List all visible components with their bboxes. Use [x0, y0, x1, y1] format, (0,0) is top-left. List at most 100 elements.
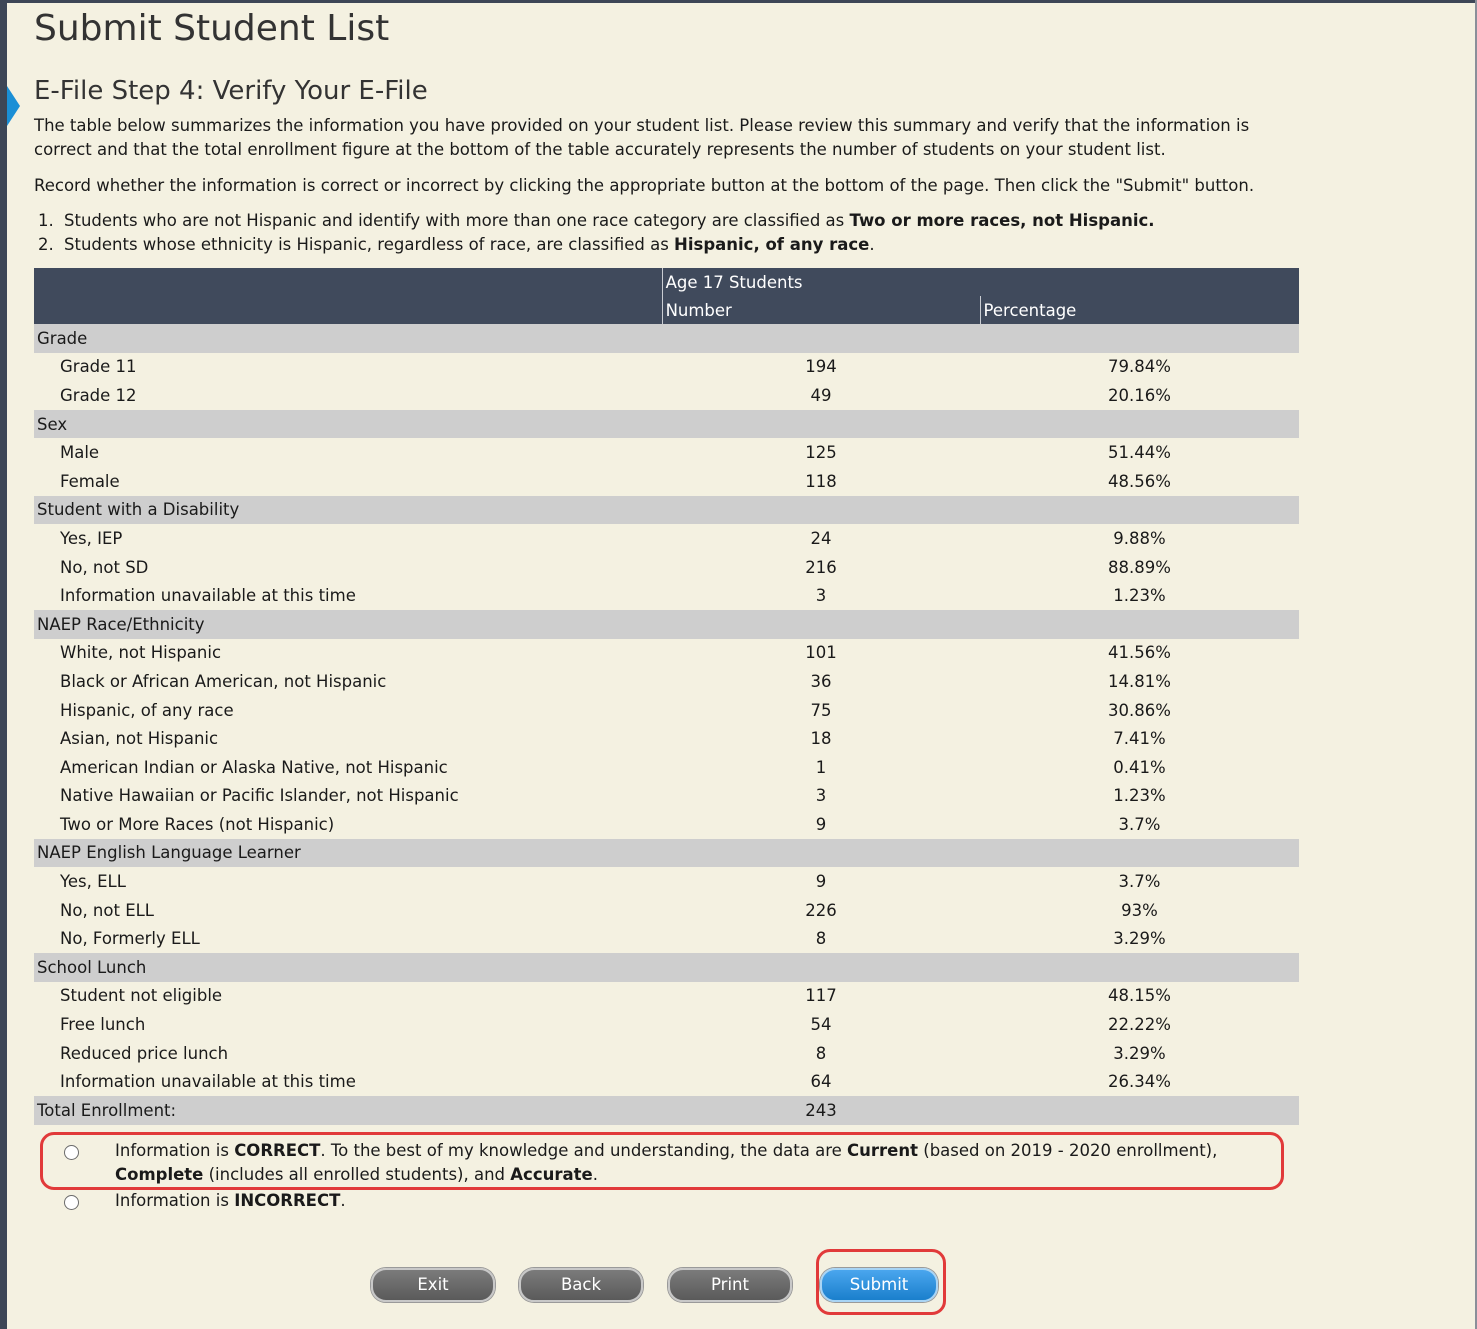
row-label: White, not Hispanic [60, 643, 222, 663]
incorrect-option-label[interactable]: Information is INCORRECT. [115, 1189, 1265, 1213]
row-percentage: 3.29% [1113, 1043, 1166, 1063]
table-row: Yes, IEP 24 9.88% [34, 524, 1299, 553]
intro-text: The table below summarizes the informati… [34, 116, 1250, 159]
text: Information is [115, 1191, 235, 1210]
row-percentage: 48.56% [1108, 471, 1171, 491]
row-number: 8 [815, 1043, 827, 1063]
row-percentage: 7.41% [1113, 729, 1166, 749]
table-row: Two or More Races (not Hispanic) 9 3.7% [34, 810, 1299, 839]
text-bold: Accurate [510, 1165, 593, 1184]
row-percentage: 3.7% [1118, 872, 1161, 892]
table-header-row-2: Number Percentage [34, 296, 1299, 324]
row-number: 8 [815, 929, 827, 949]
row-percentage: 26.34% [1108, 1072, 1171, 1092]
row-number: 3 [815, 586, 827, 606]
text: Information is [115, 1141, 235, 1160]
back-button[interactable]: Back [519, 1268, 643, 1302]
header-number: Number [661, 296, 981, 324]
left-rail [0, 0, 7, 1329]
row-number: 49 [810, 385, 832, 405]
section-label: Student with a Disability [34, 495, 1299, 525]
text-bold: Complete [115, 1165, 204, 1184]
table-row: Hispanic, of any race 75 30.86% [34, 696, 1299, 725]
text-bold: CORRECT [234, 1141, 321, 1160]
row-label: Information unavailable at this time [60, 586, 356, 606]
table-row: Free lunch 54 22.22% [34, 1010, 1299, 1039]
text: . [592, 1165, 598, 1184]
row-label: No, not ELL [60, 900, 155, 920]
row-label: No, Formerly ELL [60, 929, 200, 949]
row-label: Grade 12 [60, 385, 137, 405]
row-number: 194 [805, 357, 837, 377]
correct-radio[interactable] [64, 1145, 79, 1160]
text: (based on 2019 - 2020 enrollment), [918, 1141, 1218, 1160]
row-number: 64 [810, 1072, 832, 1092]
row-percentage: 88.89% [1108, 557, 1171, 577]
table-row: Grade 11 194 79.84% [34, 353, 1299, 382]
section-row: NAEP English Language Learner [34, 838, 1299, 868]
submit-button[interactable]: Submit [820, 1268, 938, 1302]
row-label: Asian, not Hispanic [60, 729, 219, 749]
note-item: 1. Students who are not Hispanic and iden… [34, 209, 1294, 233]
row-percentage: 48.15% [1108, 986, 1171, 1006]
note-text: Students whose ethnicity is Hispanic, re… [64, 235, 675, 254]
total-row: Total Enrollment: 243 [34, 1096, 1299, 1125]
print-button[interactable]: Print [668, 1268, 792, 1302]
row-percentage: 41.56% [1108, 643, 1171, 663]
text-bold: Current [847, 1141, 919, 1160]
table-row: Male 125 51.44% [34, 438, 1299, 467]
total-label: Total Enrollment: [34, 1096, 663, 1125]
row-percentage: 1.23% [1113, 586, 1166, 606]
note-text: Students who are not Hispanic and identi… [64, 211, 850, 230]
text: . [340, 1191, 346, 1210]
section-row: NAEP Race/Ethnicity [34, 609, 1299, 639]
row-number: 226 [805, 900, 837, 920]
text-bold: INCORRECT [234, 1191, 341, 1210]
note-bold: Hispanic, of any race [674, 235, 870, 254]
row-label: Two or More Races (not Hispanic) [60, 814, 335, 834]
section-row: Grade [34, 324, 1299, 353]
row-label: Native Hawaiian or Pacific Islander, not… [60, 786, 459, 806]
row-label: No, not SD [60, 557, 149, 577]
row-number: 3 [815, 786, 827, 806]
section-label: Sex [34, 409, 1299, 439]
row-label: Female [60, 471, 120, 491]
row-percentage: 3.7% [1118, 814, 1161, 834]
row-percentage: 20.16% [1108, 385, 1171, 405]
page-title: Submit Student List [34, 8, 390, 49]
table-row: White, not Hispanic 101 41.56% [34, 639, 1299, 668]
note-item: 2. Students whose ethnicity is Hispanic, … [34, 233, 1294, 257]
side-panel-toggle[interactable] [7, 86, 20, 126]
row-number: 18 [810, 729, 832, 749]
text: (includes all enrolled students), and [203, 1165, 511, 1184]
row-label: Reduced price lunch [60, 1043, 229, 1063]
classification-notes: 1. Students who are not Hispanic and iden… [34, 209, 1294, 257]
row-label: American Indian or Alaska Native, not Hi… [60, 757, 448, 777]
exit-button[interactable]: Exit [371, 1268, 495, 1302]
header-empty [34, 268, 663, 296]
correct-option-label[interactable]: Information is CORRECT. To the best of m… [115, 1139, 1265, 1187]
incorrect-radio[interactable] [64, 1195, 79, 1210]
table-body: Grade Grade 11 194 79.84% Grade 12 49 20.16% Se… [34, 324, 1299, 1125]
row-number: 216 [805, 557, 837, 577]
table-row: No, Formerly ELL 8 3.29% [34, 924, 1299, 953]
row-label: Black or African American, not Hispanic [60, 671, 387, 691]
table-row: American Indian or Alaska Native, not Hi… [34, 753, 1299, 782]
summary-table: Age 17 Students Number Percentage Grade G… [34, 268, 1299, 1125]
row-percentage: 30.86% [1108, 700, 1171, 720]
note-number: 1. [38, 211, 54, 230]
row-percentage: 79.84% [1108, 357, 1171, 377]
section-label: School Lunch [34, 953, 1299, 982]
row-label: Male [60, 443, 100, 463]
row-label: Yes, ELL [60, 872, 126, 892]
instruction-text: Record whether the information is correc… [34, 176, 1255, 195]
table-row: Asian, not Hispanic 18 7.41% [34, 724, 1299, 753]
top-border [7, 0, 1477, 3]
step-title: E-File Step 4: Verify Your E-File [34, 76, 428, 106]
table-row: Information unavailable at this time 64 26… [34, 1067, 1299, 1096]
row-number: 1 [815, 757, 827, 777]
note-number: 2. [38, 235, 54, 254]
table-row: Grade 12 49 20.16% [34, 381, 1299, 410]
header-empty [34, 296, 663, 324]
table-row: Student not eligible 117 48.15% [34, 982, 1299, 1011]
